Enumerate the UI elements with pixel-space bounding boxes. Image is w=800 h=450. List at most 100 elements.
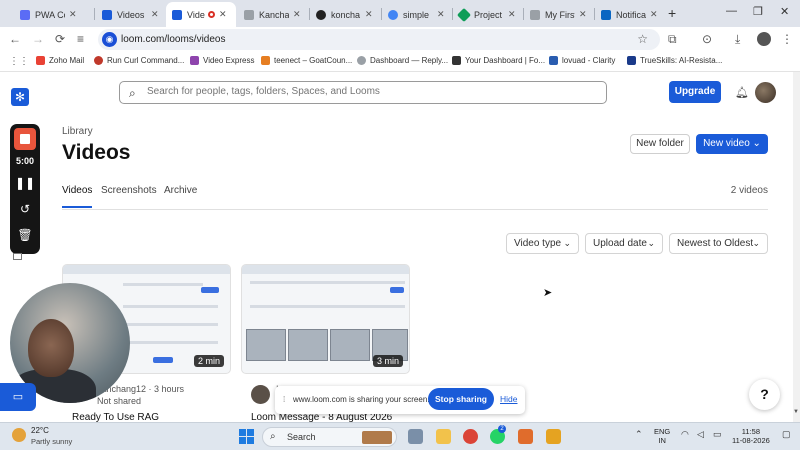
chevron-down-icon: ⌄ [563, 238, 571, 248]
close-icon[interactable]: ✕ [69, 9, 77, 20]
browser-tab[interactable]: koncha ✕ [310, 2, 380, 27]
download-icon[interactable]: ⤓ [735, 32, 740, 47]
page-title: Videos [62, 141, 131, 164]
loom-extension-icon[interactable]: ⊙ [702, 32, 712, 46]
taskbar-search[interactable]: ⌕ Search [262, 427, 397, 447]
tab-label: My First [545, 9, 575, 20]
start-button[interactable] [239, 429, 254, 444]
close-icon[interactable]: ✕ [151, 9, 159, 20]
bookmark-item[interactable]: Dashboard — Reply... [357, 56, 448, 65]
close-icon[interactable]: ✕ [650, 9, 658, 20]
wifi-icon[interactable]: ◠ [681, 429, 689, 440]
browser-tab[interactable]: Notifica ✕ [595, 2, 665, 27]
bookmark-star-icon[interactable]: ☆ [637, 32, 648, 46]
browser-tab[interactable]: Kancha ✕ [238, 2, 308, 27]
bookmark-item[interactable]: lovuad - Clarity [549, 56, 615, 65]
browser-tab[interactable]: simple ✕ [382, 2, 452, 27]
task-view-icon[interactable] [408, 429, 423, 444]
sort-order-filter[interactable]: Newest to Oldest ⌄ [669, 233, 768, 254]
close-window-icon[interactable]: ✕ [780, 5, 789, 18]
close-icon[interactable]: ✕ [365, 9, 373, 20]
notifications-icon[interactable]: ▢ [782, 429, 791, 440]
site-info-icon[interactable]: ◉ [102, 32, 117, 47]
tune-icon[interactable]: ≡ [77, 32, 84, 46]
chrome-icon[interactable] [463, 429, 478, 444]
restore-icon[interactable]: ❐ [753, 5, 763, 18]
drag-handle-icon[interactable]: ⁞ [283, 395, 285, 404]
bookmarks-bar: ⋮⋮ Zoho Mail Run Curl Command... Video E… [0, 52, 800, 72]
sharing-status[interactable]: Not shared [97, 396, 141, 406]
minimize-icon[interactable]: — [726, 5, 737, 17]
bookmark-item[interactable]: Zoho Mail [36, 56, 84, 65]
bookmark-item[interactable]: TrueSkills: AI-Resista... [627, 56, 722, 65]
browser-tab[interactable]: Videos ✕ [96, 2, 166, 27]
url-text[interactable]: loom.com/looms/videos [121, 34, 225, 45]
new-tab-button[interactable]: + [668, 5, 676, 21]
github-icon [316, 9, 326, 20]
tab-label: Vide [187, 9, 205, 20]
close-icon[interactable]: ✕ [579, 9, 587, 20]
browser-tab[interactable]: Project ✕ [453, 2, 523, 27]
bookmark-item[interactable]: Video Express [190, 56, 254, 65]
bookmark-item[interactable]: teenect – GoatCoun... [261, 56, 352, 65]
new-folder-button[interactable]: New folder [630, 134, 690, 154]
file-explorer-icon[interactable] [436, 429, 451, 444]
video-card-thumbnail[interactable]: 3 min [241, 264, 410, 374]
extensions-icon[interactable]: ⧉ [668, 32, 677, 47]
google-icon [388, 9, 398, 20]
stop-recording-button[interactable] [14, 128, 36, 150]
close-icon[interactable]: ✕ [508, 9, 516, 20]
search-bar[interactable]: ⌕ [119, 81, 607, 104]
tab-videos[interactable]: Videos [62, 185, 92, 196]
new-video-button[interactable]: New video ⌄ [696, 134, 768, 154]
tab-screenshots[interactable]: Screenshots [101, 185, 157, 196]
upload-date-filter[interactable]: Upload date ⌄ [585, 233, 663, 254]
battery-icon[interactable]: ▭ [713, 429, 722, 440]
scroll-down-icon[interactable]: ▼ [793, 409, 799, 415]
tab-archive[interactable]: Archive [164, 185, 197, 196]
back-icon[interactable]: ← [9, 32, 21, 46]
bookmark-item[interactable]: Your Dashboard | Fo... [452, 56, 545, 65]
loom-logo-icon[interactable]: ✻ [11, 88, 29, 106]
avatar[interactable] [755, 82, 776, 103]
help-button[interactable]: ? [749, 379, 780, 410]
trash-icon[interactable]: 🗑︎ [10, 228, 40, 242]
sublime-text-icon[interactable] [546, 429, 561, 444]
camera-toggle-button[interactable]: ▭ [0, 383, 36, 411]
clock[interactable]: 11:58 11-08-2026 [732, 427, 770, 445]
library-tabs: Videos Screenshots Archive 2 videos [62, 183, 768, 210]
upgrade-button[interactable]: Upgrade [669, 81, 721, 103]
search-input[interactable] [147, 86, 587, 97]
address-bar[interactable]: ◉ loom.com/looms/videos ☆ [98, 29, 660, 50]
close-icon[interactable]: ✕ [437, 9, 445, 20]
recording-controls: 5:00 ❚❚ ↺ 🗑︎ [10, 124, 40, 254]
stop-sharing-button[interactable]: Stop sharing [428, 388, 494, 410]
forward-icon[interactable]: → [32, 32, 44, 46]
scrollbar[interactable] [793, 72, 800, 422]
bookmark-item[interactable]: Run Curl Command... [94, 56, 184, 65]
app-icon[interactable] [518, 429, 533, 444]
tab-label: Project [474, 9, 503, 20]
volume-icon[interactable]: ◁ [697, 429, 704, 440]
close-icon[interactable]: ✕ [219, 9, 227, 20]
browser-toolbar: ← → ⟳ ≡ ◉ loom.com/looms/videos ☆ ⧉ ⊙ ⤓ … [0, 27, 800, 52]
browser-tab[interactable]: My First ✕ [524, 2, 594, 27]
apps-grid-icon[interactable]: ⋮⋮ [9, 56, 29, 67]
video-type-filter[interactable]: Video type ⌄ [506, 233, 579, 254]
profile-avatar[interactable] [757, 32, 771, 46]
reload-icon[interactable]: ⟳ [55, 32, 65, 46]
language-indicator[interactable]: ENG IN [654, 427, 670, 445]
restart-icon[interactable]: ↺ [10, 202, 40, 216]
close-icon[interactable]: ✕ [293, 9, 301, 20]
bell-icon[interactable]: 🔔︎ [735, 86, 749, 99]
taskbar-search-label: Search [287, 432, 316, 442]
browser-tab[interactable]: PWA Co ✕ [14, 2, 94, 27]
tray-overflow-icon[interactable]: ⌃ [635, 429, 643, 440]
browser-tab-active[interactable]: Vide ✕ [166, 2, 236, 27]
hide-link[interactable]: Hide [500, 394, 517, 404]
panel-icon[interactable] [13, 253, 22, 260]
menu-icon[interactable]: ⋮ [781, 32, 793, 46]
tab-label: Kancha [259, 9, 289, 20]
pause-icon[interactable]: ❚❚ [10, 176, 40, 190]
weather-icon[interactable] [12, 428, 26, 442]
